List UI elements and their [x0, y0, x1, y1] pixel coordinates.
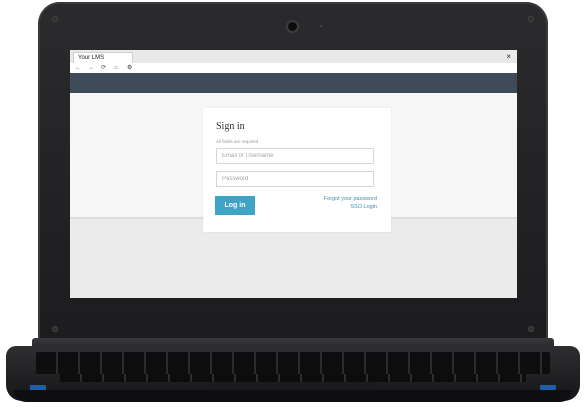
browser-tab[interactable]: Your LMS: [73, 52, 133, 63]
reload-icon[interactable]: ⟳: [101, 64, 106, 72]
browser-titlebar: Your LMS ×: [70, 50, 517, 64]
screw-icon: [528, 16, 534, 22]
sticker-icon: [540, 385, 556, 390]
signin-title: Sign in: [216, 121, 245, 132]
home-icon[interactable]: ⌂: [114, 64, 118, 72]
forgot-password-link[interactable]: Forgot your password: [324, 196, 377, 202]
login-button[interactable]: Log in: [215, 196, 255, 215]
signin-card: Sign in All fields are required Log in F…: [203, 108, 391, 232]
webcam-icon: [288, 22, 297, 31]
screw-icon: [528, 326, 534, 332]
close-icon[interactable]: ×: [506, 51, 511, 62]
keyboard: [36, 352, 550, 374]
site-header-bar: [70, 73, 517, 93]
required-note: All fields are required: [216, 139, 259, 144]
screw-icon: [52, 16, 58, 22]
sticker-icon: [30, 385, 46, 390]
back-icon[interactable]: ←: [75, 64, 81, 72]
settings-icon[interactable]: ⚙: [127, 64, 132, 72]
forward-icon[interactable]: →: [88, 64, 94, 72]
laptop-screen: Your LMS × ← → ⟳ ⌂ ⚙ Sign in All fields …: [70, 50, 517, 298]
username-input[interactable]: [216, 148, 374, 164]
keyboard-spacebar-row: [60, 374, 526, 382]
screw-icon: [52, 326, 58, 332]
laptop-front-edge: [14, 390, 572, 402]
sso-login-link[interactable]: SSO Login: [350, 204, 377, 210]
password-input[interactable]: [216, 171, 374, 187]
microphone-icon: [320, 25, 322, 27]
